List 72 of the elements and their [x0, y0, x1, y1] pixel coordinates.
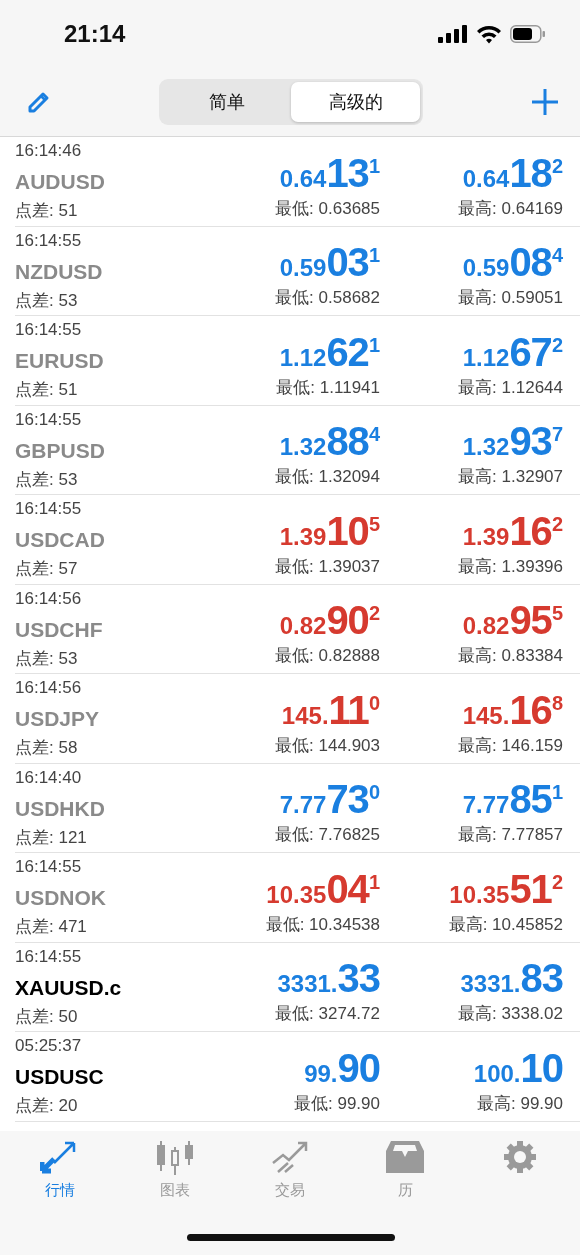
- quote-time: 16:14:56: [15, 678, 83, 699]
- symbol-name: XAUUSD.c: [15, 974, 123, 1001]
- quote-time: 16:14:55: [15, 230, 83, 252]
- tab-bar-item[interactable]: 行情: [2, 1139, 118, 1209]
- low-price: 最低: 7.76825: [275, 824, 380, 846]
- quote-time: 16:14:46: [15, 141, 83, 162]
- spread-label: 点差: 53: [15, 468, 79, 491]
- low-price: 最低: 1.32094: [275, 466, 380, 488]
- symbol-name: USDHKD: [15, 795, 106, 822]
- low-price: 最低: 1.11941: [276, 376, 380, 399]
- quote-time: 16:14:40: [15, 767, 83, 789]
- high-price: 最高: 1.32907: [458, 466, 563, 488]
- symbol-name: USDCAD: [15, 527, 106, 553]
- bid-price: 99.90: [304, 1047, 380, 1092]
- high-price: 最高: 7.77857: [458, 824, 563, 846]
- symbol-name: USDUSC: [15, 1064, 105, 1090]
- high-price: 最高: 1.39396: [458, 555, 563, 578]
- quote-time: 16:14:55: [15, 946, 83, 968]
- symbol-name: NZDUSD: [15, 258, 104, 285]
- low-price: 最低: 0.63685: [275, 197, 380, 220]
- quote-row[interactable]: 05:25:37 USDUSC 点差: 20 99.90 最低: 99.90 100.10 最高: 99.90: [15, 1032, 580, 1122]
- quote-time: 16:14:55: [15, 409, 83, 431]
- high-price: 最高: 146.159: [458, 734, 563, 757]
- bid-price: 3331.33: [277, 958, 380, 1002]
- spread-label: 点差: 50: [15, 1005, 79, 1028]
- ask-price: 3331.83: [460, 958, 563, 1002]
- high-price: 最高: 99.90: [477, 1092, 563, 1115]
- trend-arrow-icon: [270, 1139, 310, 1175]
- quote-time: 16:14:55: [15, 320, 83, 341]
- high-price: 最高: 0.59051: [458, 287, 563, 309]
- high-price: 最高: 1.12644: [458, 376, 563, 399]
- low-price: 最低: 1.39037: [275, 555, 380, 578]
- candlestick-icon: [154, 1139, 195, 1175]
- quote-time: 16:14:55: [15, 499, 83, 520]
- symbol-name: EURUSD: [15, 348, 105, 374]
- segment-tab[interactable]: 高级的: [291, 82, 420, 122]
- spread-label: 点差: 53: [15, 647, 79, 670]
- quote-time: 05:25:37: [15, 1036, 83, 1057]
- spread-label: 点差: 51: [15, 200, 79, 222]
- quote-time: 16:14:56: [15, 588, 83, 610]
- spread-label: 点差: 57: [15, 558, 79, 580]
- symbol-name: USDJPY: [15, 706, 101, 732]
- segment-tab[interactable]: 简单: [162, 82, 291, 122]
- quote-row[interactable]: 16:14:55 XAUUSD.c 点差: 50 3331.33 最低: 3274.72 3331.83 最高: 3338.02: [15, 942, 580, 1032]
- spread-label: 点差: 53: [15, 289, 79, 312]
- low-price: 最低: 0.82888: [275, 645, 380, 667]
- symbol-name: USDCHF: [15, 616, 104, 643]
- low-price: 最低: 99.90: [294, 1092, 380, 1115]
- high-price: 最高: 10.45852: [448, 913, 563, 936]
- high-price: 最高: 0.64169: [458, 197, 563, 220]
- signal-icon: [438, 25, 468, 43]
- add-icon[interactable]: [530, 87, 560, 117]
- low-price: 最低: 3274.72: [275, 1003, 380, 1025]
- battery-icon: [510, 25, 546, 43]
- low-price: 最低: 0.58682: [275, 287, 380, 309]
- symbol-name: USDNOK: [15, 885, 107, 911]
- low-price: 最低: 10.34538: [265, 913, 380, 936]
- clock: 21:14: [64, 20, 126, 48]
- ask-price: 100.10: [473, 1047, 563, 1092]
- spread-label: 点差: 51: [15, 379, 79, 401]
- symbol-name: AUDUSD: [15, 169, 106, 195]
- spread-label: 点差: 121: [15, 826, 88, 849]
- spread-label: 点差: 58: [15, 737, 79, 759]
- high-price: 最高: 3338.02: [458, 1003, 563, 1025]
- wifi-icon: [476, 24, 502, 44]
- inbox-icon: [385, 1139, 426, 1175]
- quote-time: 16:14:55: [15, 857, 83, 878]
- spread-label: 点差: 20: [15, 1095, 79, 1117]
- symbol-name: GBPUSD: [15, 437, 106, 464]
- low-price: 最低: 144.903: [275, 734, 380, 757]
- high-price: 最高: 0.83384: [458, 645, 563, 667]
- spread-label: 点差: 471: [15, 916, 88, 938]
